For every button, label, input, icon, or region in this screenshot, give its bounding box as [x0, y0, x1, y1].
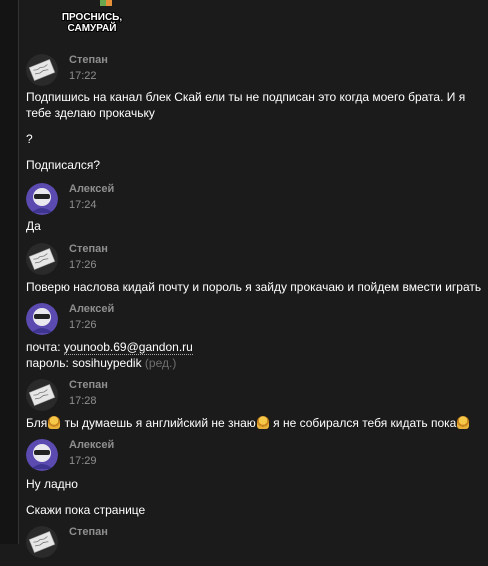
person-blonde-emoji: [48, 416, 61, 429]
masked-character-icon[interactable]: [26, 303, 58, 335]
timestamp: 17:26: [69, 259, 97, 271]
sticker-line-2: САМУРАЙ: [68, 21, 117, 34]
password-label: пароль:: [26, 356, 69, 370]
message-text: ?: [26, 132, 33, 146]
password-value: sosihuypedik: [72, 356, 142, 370]
email-link[interactable]: younoob.69@gandon.ru: [63, 340, 193, 355]
person-blonde-emoji: [256, 416, 269, 429]
timestamp: 17:29: [69, 455, 97, 467]
author-name[interactable]: Степан: [69, 243, 108, 255]
message-text: Подпишись на канал блек Скай ели ты не п…: [26, 90, 466, 120]
message-text: Ну ладно: [26, 477, 78, 491]
password-line: пароль: sosihuypedik (ред.): [26, 355, 176, 371]
author-name[interactable]: Степан: [69, 526, 108, 538]
timestamp: 17:28: [69, 395, 97, 407]
message-text: Скажи пока странице: [26, 503, 146, 517]
scribble-note-icon[interactable]: [26, 243, 58, 275]
email-line: почта: younoob.69@gandon.ru: [26, 339, 193, 355]
sticker-image: ПРОСНИСЬ, САМУРАЙ: [56, 0, 156, 36]
author-name[interactable]: Алексей: [69, 183, 114, 195]
left-rail: [0, 0, 19, 544]
author-name[interactable]: Алексей: [69, 303, 114, 315]
message-text: Да: [26, 219, 41, 233]
message-fragment: Бля: [26, 416, 48, 430]
message-fragment: я не собирался тебя кидать пока: [273, 416, 457, 430]
author-name[interactable]: Степан: [69, 54, 108, 66]
message-fragment: ты думаешь я английский не знаю: [64, 416, 256, 430]
timestamp: 17:26: [69, 319, 97, 331]
message-text: Бля ты думаешь я английский не знаю я не…: [26, 415, 470, 431]
timestamp: 17:24: [69, 199, 97, 211]
masked-character-icon[interactable]: [26, 439, 58, 471]
message-text: Подписался?: [26, 158, 101, 172]
edited-marker: (ред.): [144, 356, 177, 370]
timestamp: 17:22: [69, 70, 97, 82]
message-text: Поверю наслова кидай почту и пороль я за…: [26, 280, 482, 294]
scribble-note-icon[interactable]: [26, 54, 58, 86]
scribble-note-icon[interactable]: [26, 379, 58, 411]
author-name[interactable]: Алексей: [69, 439, 114, 451]
author-name[interactable]: Степан: [69, 379, 108, 391]
scribble-note-icon[interactable]: [26, 526, 58, 558]
masked-character-icon[interactable]: [26, 183, 58, 215]
message-feed: ПРОСНИСЬ, САМУРАЙ Степан 17:22 Подпишись…: [26, 0, 488, 558]
person-blonde-emoji: [457, 416, 470, 429]
email-label: почта:: [26, 340, 61, 354]
sticker-line-1: ПРОСНИСЬ,: [62, 12, 123, 23]
